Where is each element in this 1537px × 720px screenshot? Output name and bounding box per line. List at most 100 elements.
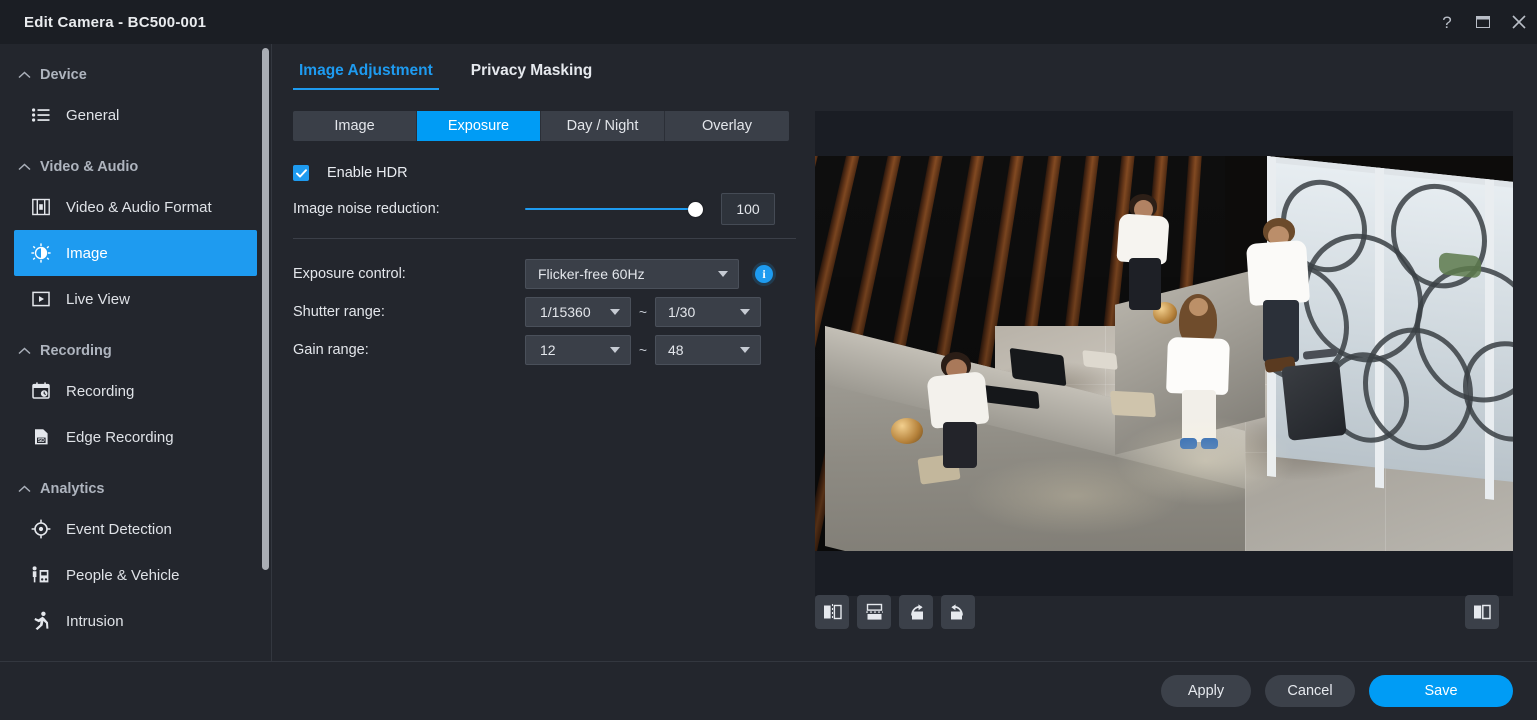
sidebar-item-recording[interactable]: Recording [14, 368, 257, 414]
sidebar-group-label: Analytics [40, 481, 104, 497]
chevron-up-icon [18, 485, 40, 493]
sidebar-item-general[interactable]: General [14, 92, 257, 138]
cancel-button[interactable]: Cancel [1265, 675, 1355, 707]
brightness-icon [28, 242, 54, 264]
sidebar-group-device[interactable]: Device [0, 58, 271, 92]
chevron-down-icon [740, 347, 750, 353]
rotate-right-button[interactable] [899, 595, 933, 629]
enable-hdr-checkbox[interactable] [293, 165, 309, 181]
apply-button[interactable]: Apply [1161, 675, 1251, 707]
noise-reduction-slider[interactable] [525, 201, 702, 217]
sidebar-item-live-view[interactable]: Live View [14, 276, 257, 322]
gain-range-max-value: 48 [656, 342, 684, 358]
noise-reduction-control: 100 [525, 193, 775, 225]
exposure-control-row: Exposure control: Flicker-free 60Hz i [293, 255, 796, 293]
gain-range-label: Gain range: [293, 342, 525, 358]
svg-text:SD: SD [38, 438, 45, 444]
sidebar: Device General [0, 44, 272, 661]
noise-reduction-row: Image noise reduction: 100 [293, 190, 796, 228]
rotate-right-icon [906, 603, 926, 621]
chevron-down-icon [718, 271, 728, 277]
split-view-icon [1472, 603, 1492, 621]
segment-day-night[interactable]: Day / Night [541, 111, 665, 141]
running-person-icon [28, 610, 54, 632]
sidebar-item-intrusion[interactable]: Intrusion [14, 598, 257, 644]
tab-image-adjustment[interactable]: Image Adjustment [293, 58, 439, 90]
flip-vertical-button[interactable] [857, 595, 891, 629]
chevron-down-icon [610, 309, 620, 315]
title-bar: Edit Camera - BC500-001 ? [0, 0, 1537, 44]
window-title: Edit Camera - BC500-001 [24, 14, 206, 31]
sidebar-item-label: General [66, 107, 119, 124]
chevron-up-icon [18, 71, 40, 79]
exposure-control-value: Flicker-free 60Hz [526, 266, 645, 282]
sidebar-item-people-vehicle[interactable]: People & Vehicle [14, 552, 257, 598]
sidebar-item-image[interactable]: Image [14, 230, 257, 276]
sidebar-group-analytics[interactable]: Analytics [0, 472, 271, 506]
segment-exposure[interactable]: Exposure [417, 111, 541, 141]
person-staff-left [927, 352, 997, 472]
gain-range-separator: ~ [631, 342, 655, 358]
chevron-up-icon [18, 163, 40, 171]
camera-preview[interactable] [815, 111, 1513, 596]
sidebar-group-video-audio[interactable]: Video & Audio [0, 150, 271, 184]
gain-range-min-dropdown[interactable]: 12 [525, 335, 631, 365]
exposure-info-icon[interactable]: i [755, 265, 773, 283]
sidebar-group-label: Video & Audio [40, 159, 138, 175]
question-mark-icon: ? [1442, 14, 1451, 31]
enable-hdr-label: Enable HDR [327, 165, 408, 181]
sidebar-item-label: Video & Audio Format [66, 199, 212, 216]
person-receptionist [1115, 194, 1175, 312]
exposure-form: Enable HDR Image noise reduction: 100 Ex… [293, 156, 796, 369]
sidebar-scrollbar[interactable] [262, 48, 269, 570]
sd-card-icon: SD [28, 426, 54, 448]
crosshair-icon [28, 518, 54, 540]
light-pool [965, 456, 1185, 536]
close-button[interactable] [1501, 0, 1537, 44]
segmented-control: Image Exposure Day / Night Overlay [293, 111, 789, 141]
sidebar-item-edge-recording[interactable]: SD Edge Recording [14, 414, 257, 460]
tab-privacy-masking[interactable]: Privacy Masking [465, 58, 598, 90]
split-view-button[interactable] [1465, 595, 1499, 629]
flip-horizontal-button[interactable] [815, 595, 849, 629]
sidebar-item-video-audio-format[interactable]: Video & Audio Format [14, 184, 257, 230]
edit-camera-dialog: Edit Camera - BC500-001 ? [0, 0, 1537, 720]
noise-reduction-value[interactable]: 100 [721, 193, 775, 225]
segment-image[interactable]: Image [293, 111, 417, 141]
gain-range-min-value: 12 [526, 342, 556, 358]
exposure-control-dropdown[interactable]: Flicker-free 60Hz [525, 259, 739, 289]
help-button[interactable]: ? [1429, 0, 1465, 44]
form-divider [293, 238, 796, 239]
shutter-range-separator: ~ [631, 304, 655, 320]
sidebar-item-label: People & Vehicle [66, 567, 179, 584]
sidebar-group-label: Recording [40, 343, 112, 359]
decorative-lamp [891, 418, 923, 444]
save-button[interactable]: Save [1369, 675, 1513, 707]
sidebar-item-label: Edge Recording [66, 429, 174, 446]
rotate-left-button[interactable] [941, 595, 975, 629]
maximize-button[interactable] [1465, 0, 1501, 44]
slider-thumb[interactable] [688, 202, 703, 217]
shutter-range-min-dropdown[interactable]: 1/15360 [525, 297, 631, 327]
segment-overlay[interactable]: Overlay [665, 111, 789, 141]
enable-hdr-row: Enable HDR [293, 156, 796, 190]
close-icon [1512, 15, 1526, 29]
people-vehicle-icon [28, 564, 54, 586]
list-icon [28, 104, 54, 126]
sidebar-group-recording[interactable]: Recording [0, 334, 271, 368]
exposure-control-label: Exposure control: [293, 266, 525, 282]
check-icon [296, 169, 307, 178]
flip-vertical-icon [865, 603, 884, 621]
slider-track [525, 208, 702, 210]
sidebar-item-event-detection[interactable]: Event Detection [14, 506, 257, 552]
chevron-down-icon [740, 309, 750, 315]
sidebar-item-label: Live View [66, 291, 130, 308]
calendar-clock-icon [28, 380, 54, 402]
chevron-up-icon [18, 347, 40, 355]
tab-bar: Image Adjustment Privacy Masking [293, 58, 598, 90]
shutter-range-row: Shutter range: 1/15360 ~ 1/30 [293, 293, 796, 331]
shutter-range-max-dropdown[interactable]: 1/30 [655, 297, 761, 327]
chevron-down-icon [610, 347, 620, 353]
gain-range-max-dropdown[interactable]: 48 [655, 335, 761, 365]
film-icon [28, 196, 54, 218]
